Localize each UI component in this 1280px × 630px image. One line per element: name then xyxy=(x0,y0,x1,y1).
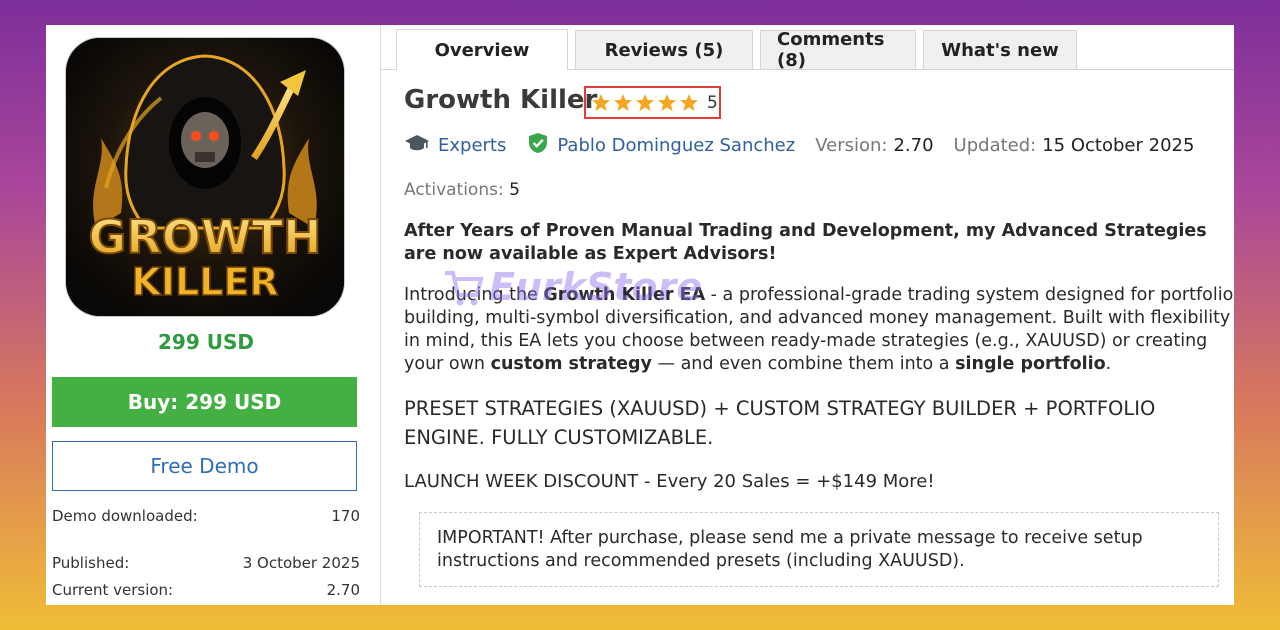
important-notice: IMPORTANT! After purchase, please send m… xyxy=(419,512,1219,587)
text-segment-bold: custom strategy xyxy=(490,354,652,374)
info-label: Current version: xyxy=(52,581,174,599)
product-title: Growth Killer xyxy=(404,85,598,115)
info-value: 3 October 2025 xyxy=(242,554,360,572)
author-link[interactable]: Pablo Dominguez Sanchez xyxy=(557,135,795,156)
info-value: 170 xyxy=(331,507,360,525)
star-icon xyxy=(680,93,698,111)
version-value: 2.70 xyxy=(893,135,934,156)
info-label: Demo downloaded: xyxy=(52,507,198,525)
product-card: GROWTH KILLER 299 USD Buy: 299 USD Free … xyxy=(46,25,1234,605)
text-segment-bold: single portfolio xyxy=(955,354,1106,374)
tab-comments[interactable]: Comments (8) xyxy=(760,29,916,71)
category-link[interactable]: Experts xyxy=(438,135,506,156)
growth-killer-logo-image: GROWTH KILLER xyxy=(66,38,344,316)
tab-bar: Overview Reviews (5) Comments (8) What's… xyxy=(396,29,1084,71)
tab-overview[interactable]: Overview xyxy=(396,29,568,70)
updated-value: 15 October 2025 xyxy=(1042,135,1195,156)
star-icon xyxy=(614,93,632,111)
text-segment: — and even combine them into a xyxy=(651,354,956,374)
star-icon xyxy=(658,93,676,111)
verified-shield-icon xyxy=(528,132,548,159)
preset-strategies-heading: PRESET STRATEGIES (XAUUSD) + CUSTOM STRA… xyxy=(404,397,1156,449)
info-published: Published: 3 October 2025 xyxy=(52,554,360,572)
free-demo-button[interactable]: Free Demo xyxy=(52,441,357,491)
graduation-cap-icon xyxy=(404,133,430,158)
launch-discount: LAUNCH WEEK DISCOUNT - Every 20 Sales = … xyxy=(404,471,935,492)
info-current-version: Current version: 2.70 xyxy=(52,581,360,599)
tab-whats-new[interactable]: What's new xyxy=(923,30,1077,69)
rating-badge[interactable]: 5 xyxy=(584,86,721,119)
tab-reviews[interactable]: Reviews (5) xyxy=(575,30,753,69)
logo-text-growth: GROWTH xyxy=(89,210,322,264)
star-icon xyxy=(592,93,610,111)
rating-stars xyxy=(591,93,699,113)
updated-label: Updated: xyxy=(953,135,1037,156)
product-sidebar: GROWTH KILLER 299 USD Buy: 299 USD Free … xyxy=(46,25,381,605)
info-label: Published: xyxy=(52,554,130,572)
star-icon xyxy=(636,93,654,111)
activations-value: 5 xyxy=(509,180,520,200)
info-value: 2.70 xyxy=(326,581,360,599)
description-paragraph: Introducing the Growth Killer EA - a pro… xyxy=(404,284,1234,376)
text-segment: Introducing the xyxy=(404,285,544,305)
logo-text-killer: KILLER xyxy=(131,260,278,304)
product-price: 299 USD xyxy=(158,330,254,354)
rating-value: 5 xyxy=(707,92,718,113)
buy-button[interactable]: Buy: 299 USD xyxy=(52,377,357,427)
product-details: Overview Reviews (5) Comments (8) What's… xyxy=(381,25,1234,605)
info-demo-downloaded: Demo downloaded: 170 xyxy=(52,507,360,525)
text-segment: . xyxy=(1105,354,1112,374)
product-logo: GROWTH KILLER xyxy=(66,38,344,316)
text-segment-bold: Growth Killer EA xyxy=(543,285,706,305)
activations: Activations: 5 xyxy=(404,180,520,200)
product-meta: Experts Pablo Dominguez Sanchez Version:… xyxy=(404,132,1194,159)
version-label: Version: xyxy=(815,135,888,156)
description-intro: After Years of Proven Manual Trading and… xyxy=(404,221,1207,264)
activations-label: Activations: xyxy=(404,180,504,200)
